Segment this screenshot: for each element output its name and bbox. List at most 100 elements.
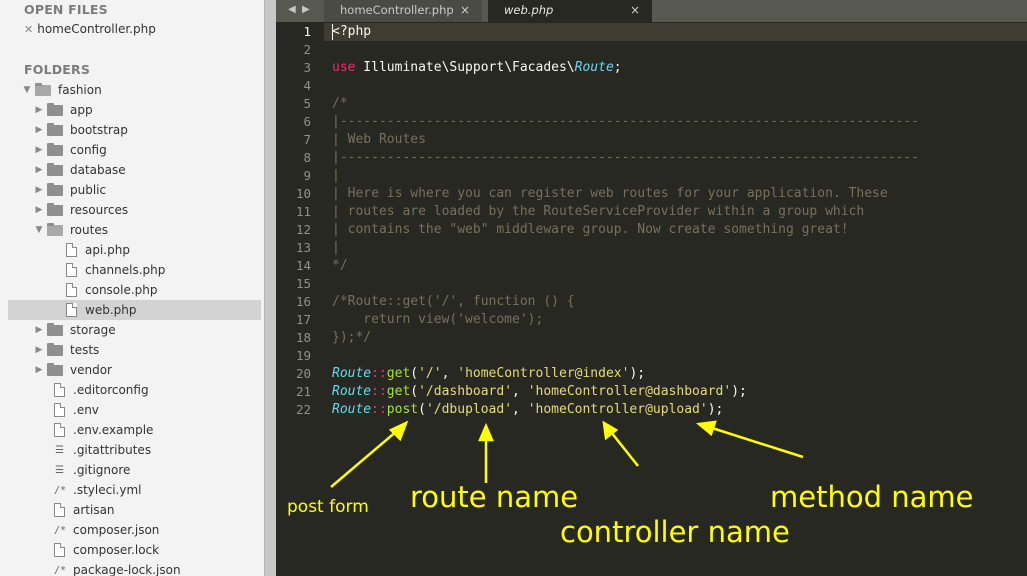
folder-item[interactable]: ▶ resources (8, 200, 261, 220)
folder-item[interactable]: ▶ bootstrap (8, 120, 261, 140)
folder-item[interactable]: ▶ app (8, 100, 261, 120)
file-item[interactable]: .env.example (8, 420, 261, 440)
line-number: 20 (295, 366, 311, 381)
tree-item-label: bootstrap (70, 123, 128, 137)
tab-close-icon[interactable]: × (460, 0, 470, 20)
file-item[interactable]: composer.lock (8, 540, 261, 560)
code-token: '/dashboard' (418, 384, 513, 399)
code-token: :: (371, 384, 387, 399)
tree-item-label: api.php (85, 243, 130, 257)
line-number: 19 (295, 348, 311, 363)
code-token: ; (613, 60, 622, 75)
chevron-right-icon[interactable]: ▶ (34, 185, 44, 195)
chevron-right-icon[interactable]: ▶ (34, 205, 44, 215)
file-item[interactable]: console.php (8, 280, 261, 300)
line-number: 15 (295, 276, 311, 291)
line-number: 5 (303, 96, 311, 111)
code-line: Route::get('/dashboard', 'homeController… (332, 383, 1027, 401)
chevron-down-icon[interactable]: ▼ (34, 225, 44, 235)
tab-prev-icon[interactable]: ◀ (288, 0, 296, 20)
file-item[interactable]: /* composer.json (8, 520, 261, 540)
line-number: 4 (303, 78, 311, 93)
code-token: Illuminate\Support\Facades\ (355, 60, 575, 75)
tree-item-label: web.php (85, 303, 137, 317)
code-token: , (441, 366, 458, 381)
code-token: use (332, 60, 356, 75)
folder-item[interactable]: ▶ storage (8, 320, 261, 340)
folders-header: FOLDERS (24, 62, 91, 77)
code-token: , (512, 402, 528, 417)
code-token: ); (731, 384, 747, 399)
line-number: 9 (303, 168, 311, 183)
code-token: | Here is where you can register web rou… (332, 186, 888, 201)
file-item[interactable]: /* package-lock.json (8, 560, 261, 576)
code-token: return view('welcome'); (332, 312, 544, 327)
code-token: , (512, 384, 528, 399)
chevron-right-icon[interactable]: ▶ (34, 105, 44, 115)
tab-home-controller[interactable]: homeController.php × (324, 0, 482, 22)
file-item[interactable]: ☰ .gitignore (8, 460, 261, 480)
file-item[interactable]: /* .styleci.yml (8, 480, 261, 500)
text-caret (332, 24, 333, 40)
close-icon[interactable]: ✕ (24, 23, 33, 36)
folder-item[interactable]: ▶ vendor (8, 360, 261, 380)
chevron-right-icon[interactable]: ▶ (34, 345, 44, 355)
folder-item[interactable]: ▼ routes (8, 220, 261, 240)
folder-icon (47, 342, 63, 356)
chevron-right-icon[interactable]: ▶ (34, 325, 44, 335)
sidebar-scrollbar[interactable] (264, 0, 276, 576)
tab-next-icon[interactable]: ▶ (302, 0, 310, 20)
line-number: 10 (295, 186, 311, 201)
code-token: '/' (418, 366, 442, 381)
line-number: 14 (295, 258, 311, 273)
folder-item[interactable]: ▼ fashion (8, 80, 261, 100)
code-token: | (332, 168, 340, 183)
tree-item-label: vendor (70, 363, 112, 377)
file-item[interactable]: ☰ .gitattributes (8, 440, 261, 460)
line-number: 17 (295, 312, 311, 327)
file-item[interactable]: .env (8, 400, 261, 420)
post-form-arrowhead (388, 420, 409, 442)
line-number: 11 (295, 204, 311, 219)
code-editor[interactable]: <?php use Illuminate\Support\Facades\Rout… (332, 23, 1027, 419)
folder-item[interactable]: ▶ database (8, 160, 261, 180)
open-file-label: homeController.php (37, 22, 156, 36)
open-file-item[interactable]: ✕ homeController.php (24, 20, 156, 38)
code-token: Route (332, 384, 372, 399)
line-number: 6 (303, 114, 311, 129)
tab-close-icon[interactable]: × (630, 0, 640, 20)
chevron-right-icon[interactable]: ▶ (34, 125, 44, 135)
folder-item[interactable]: ▶ tests (8, 340, 261, 360)
code-token: post (386, 402, 419, 417)
controller-name-arrow (610, 431, 639, 467)
folder-item[interactable]: ▶ public (8, 180, 261, 200)
folder-item[interactable]: ▶ config (8, 140, 261, 160)
file-icon (54, 503, 65, 517)
file-icon (66, 303, 77, 317)
file-item[interactable]: .editorconfig (8, 380, 261, 400)
line-number: 1 (303, 24, 311, 39)
tree-item-label: fashion (58, 83, 102, 97)
code-line: |---------------------------------------… (332, 113, 1027, 131)
tree-item-label: composer.lock (73, 543, 160, 557)
tab-label: homeController.php (340, 3, 454, 17)
method-name-arrow (711, 426, 804, 459)
tab-bar: ◀ ▶ homeController.php × web.php × (276, 0, 1027, 22)
code-token: /*Route::get('/', function () { (332, 294, 575, 309)
lines-file-icon: ☰ (55, 464, 64, 476)
file-item[interactable]: channels.php (8, 260, 261, 280)
chevron-right-icon[interactable]: ▶ (34, 165, 44, 175)
chevron-right-icon[interactable]: ▶ (34, 145, 44, 155)
file-item[interactable]: web.php (8, 300, 261, 320)
file-item[interactable]: artisan (8, 500, 261, 520)
file-item[interactable]: api.php (8, 240, 261, 260)
route-name-label: route name (410, 480, 579, 514)
folder-open-icon (35, 82, 51, 96)
code-line: /* (332, 95, 1027, 113)
tab-web-php[interactable]: web.php × (488, 0, 652, 22)
line-number: 22 (295, 402, 311, 417)
tree-item-label: .styleci.yml (73, 483, 142, 497)
folder-icon (47, 142, 63, 156)
chevron-down-icon[interactable]: ▼ (22, 85, 32, 95)
chevron-right-icon[interactable]: ▶ (34, 365, 44, 375)
